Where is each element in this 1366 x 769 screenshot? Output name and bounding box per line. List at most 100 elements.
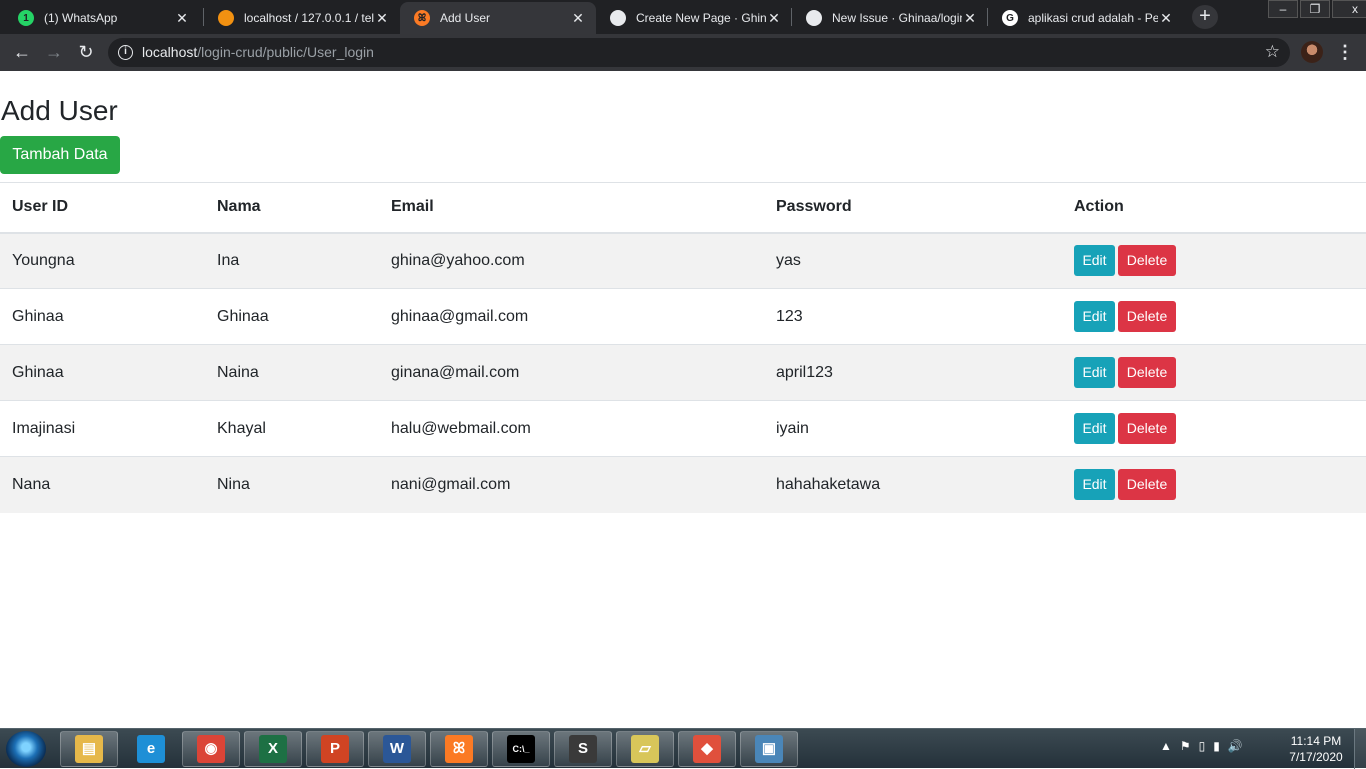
taskbar-button[interactable]: S [554,731,612,767]
minimize-button[interactable]: – [1268,0,1298,18]
tab-title: (1) WhatsApp [44,11,118,25]
taskbar-button[interactable]: C:\_ [492,731,550,767]
tab-title: Add User [440,11,491,25]
taskbar-button[interactable]: P [306,731,364,767]
taskbar-button[interactable]: W [368,731,426,767]
show-desktop-button[interactable] [1354,729,1366,769]
new-tab-button[interactable]: + [1192,5,1218,29]
taskbar-button[interactable]: ꕤ [430,731,488,767]
photo-viewer-icon: ▣ [755,735,783,763]
close-tab-icon[interactable]: ✕ [174,10,190,27]
bookmark-star-icon[interactable]: ☆ [1265,42,1280,62]
system-tray: ▲ ⚑ ▯ ▮ 🔊 [1160,739,1243,753]
clock-date: 7/17/2020 [1289,750,1343,764]
cell-user-id: Youngna [0,232,205,289]
edit-button[interactable]: Edit [1074,245,1115,277]
xampp-icon: ꕤ [414,10,430,26]
table-row: Imajinasi Khayal halu@webmail.com iyain Edit… [0,400,1366,457]
maximize-button[interactable]: ❐ [1300,0,1330,18]
profile-avatar[interactable] [1301,41,1323,63]
tab-title: aplikasi crud adalah - Pe [1028,11,1158,25]
volume-icon[interactable]: 🔊 [1228,739,1243,753]
browser-tab[interactable]: ꕤ Add User ✕ [400,2,596,34]
delete-button[interactable]: Delete [1118,301,1176,332]
taskbar: ▤ e ◉ X P W ꕤ C:\_ S ▱ ◆ ▣ ▲ ⚑ ▯ ▮ 🔊 11:14 PM 7/17/2020 [0,728,1366,769]
taskbar-button[interactable]: X [244,731,302,767]
close-tab-icon[interactable]: ✕ [766,10,782,27]
reload-button[interactable]: ↻ [74,41,98,65]
close-tab-icon[interactable]: ✕ [1158,10,1174,27]
close-tab-icon[interactable]: ✕ [374,10,390,27]
close-tab-icon[interactable]: ✕ [570,10,586,27]
edit-button[interactable]: Edit [1074,413,1115,444]
cell-action: Edit Delete [1062,400,1366,457]
edit-button[interactable]: Edit [1074,301,1115,332]
browser-tab[interactable]: localhost / 127.0.0.1 / tel ✕ [204,2,400,34]
action-center-icon[interactable]: ⚑ [1180,739,1191,753]
delete-button[interactable]: Delete [1118,413,1176,444]
taskbar-button[interactable]: e [122,731,180,767]
browser-menu-icon[interactable]: ⋮ [1336,41,1354,63]
browser-tab[interactable]: Create New Page · Ghina ✕ [596,2,792,34]
browser-tab[interactable]: New Issue · Ghinaa/login ✕ [792,2,988,34]
tambah-data-button[interactable]: Tambah Data [0,136,120,174]
sublime-text-icon: S [569,735,597,763]
cell-email: ghina@yahoo.com [379,232,764,289]
cell-email: ginana@mail.com [379,344,764,401]
close-window-button[interactable]: x [1332,0,1366,18]
start-button[interactable] [6,731,46,767]
browser-toolbar: ← → ↻ i localhost/login-crud/public/User… [0,34,1366,71]
cell-nama: Ghinaa [205,288,379,345]
cell-email: nani@gmail.com [379,456,764,513]
github-icon [806,10,822,26]
taskbar-button[interactable]: ▣ [740,731,798,767]
delete-button[interactable]: Delete [1118,357,1176,388]
network-icon[interactable]: ▮ [1213,739,1220,753]
chrome-icon: ◉ [197,735,225,763]
cell-action: Edit Delete [1062,288,1366,345]
table-row: Ghinaa Naina ginana@mail.com april123 Edit De… [0,344,1366,401]
cell-email: halu@webmail.com [379,400,764,457]
cell-nama: Naina [205,344,379,401]
column-header-user-id: User ID [0,182,205,234]
delete-button[interactable]: Delete [1118,245,1176,277]
github-icon [610,10,626,26]
cell-password: yas [764,232,1062,289]
tab-title: Create New Page · Ghina [636,11,766,25]
cell-user-id: Imajinasi [0,400,205,457]
column-header-action: Action [1062,182,1366,234]
cell-user-id: Ghinaa [0,288,205,345]
forward-button[interactable]: → [42,41,66,65]
browser-tab[interactable]: 1 (1) WhatsApp ✕ [4,2,200,34]
close-tab-icon[interactable]: ✕ [962,10,978,27]
taskbar-button[interactable]: ◉ [182,731,240,767]
excel-icon: X [259,735,287,763]
sticky-notes-icon: ▱ [631,735,659,763]
column-header-password: Password [764,182,1062,234]
url-text: localhost/login-crud/public/User_login [142,44,374,60]
cell-password: april123 [764,344,1062,401]
address-bar[interactable]: i localhost/login-crud/public/User_login… [108,38,1290,67]
taskbar-button[interactable]: ▤ [60,731,118,767]
edit-button[interactable]: Edit [1074,469,1115,501]
table-header-row: User ID Nama Email Password Action [0,182,1366,234]
cell-action: Edit Delete [1062,456,1366,513]
edit-button[interactable]: Edit [1074,357,1115,388]
power-icon[interactable]: ▯ [1199,739,1206,753]
cell-action: Edit Delete [1062,344,1366,401]
cell-nama: Khayal [205,400,379,457]
show-hidden-icons-icon[interactable]: ▲ [1160,739,1172,753]
browser-tab[interactable]: Gaplikasi crud adalah - Pe ✕ [988,2,1184,34]
internet-explorer-icon: e [137,735,165,763]
taskbar-button[interactable]: ◆ [678,731,736,767]
cell-email: ghinaa@gmail.com [379,288,764,345]
clock[interactable]: 11:14 PM 7/17/2020 [1284,733,1348,765]
site-info-icon[interactable]: i [118,45,133,60]
whatsapp-icon: 1 [18,10,34,26]
delete-button[interactable]: Delete [1118,469,1176,501]
clock-time: 11:14 PM [1290,734,1342,748]
cell-password: hahahaketawa [764,456,1062,513]
cell-nama: Nina [205,456,379,513]
taskbar-button[interactable]: ▱ [616,731,674,767]
back-button[interactable]: ← [10,41,34,65]
